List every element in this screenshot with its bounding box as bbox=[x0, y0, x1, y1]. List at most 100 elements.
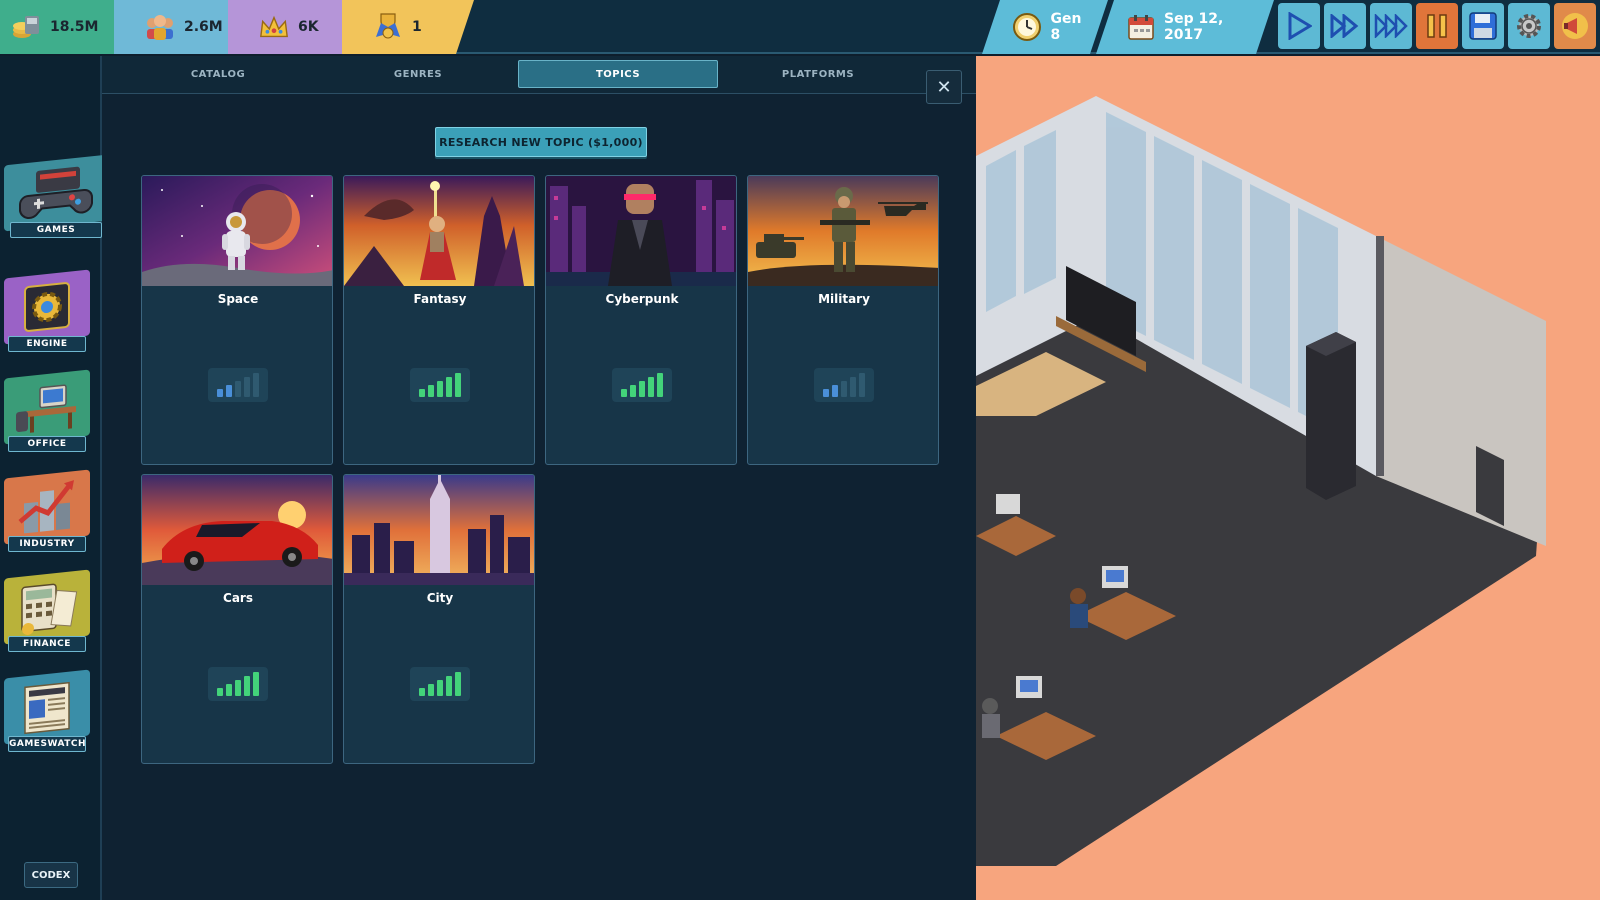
topic-name: Military bbox=[818, 292, 870, 306]
tab-catalog[interactable]: CATALOG bbox=[118, 60, 318, 88]
sidebar-item-office[interactable]: OFFICE bbox=[4, 369, 90, 452]
awards-stat[interactable]: 1 bbox=[342, 0, 474, 54]
topic-card-cyberpunk[interactable]: Cyberpunk bbox=[545, 175, 737, 465]
fans-stat[interactable]: 2.6M bbox=[114, 0, 246, 54]
clock-icon bbox=[1012, 11, 1043, 43]
topic-card-military[interactable]: Military bbox=[747, 175, 939, 465]
signal-bar bbox=[428, 385, 434, 397]
close-button[interactable]: ✕ bbox=[926, 70, 962, 104]
tab-platforms[interactable]: PLATFORMS bbox=[718, 60, 918, 88]
sidebar-item-engine[interactable]: ENGINE bbox=[4, 269, 90, 352]
sidebar-item-label: OFFICE bbox=[8, 436, 86, 452]
sidebar-item-label: INDUSTRY bbox=[8, 536, 86, 552]
sidebar-item-finance[interactable]: FINANCE bbox=[4, 569, 90, 652]
military-artwork bbox=[748, 176, 938, 286]
signal-bar bbox=[244, 676, 250, 696]
signal-bar bbox=[850, 377, 856, 397]
gear-icon bbox=[1517, 14, 1541, 38]
cars-artwork bbox=[142, 475, 332, 585]
signal-bar bbox=[235, 381, 241, 397]
topic-name: Fantasy bbox=[413, 292, 467, 306]
topic-card-space[interactable]: Space bbox=[141, 175, 333, 465]
topic-card-fantasy[interactable]: Fantasy bbox=[343, 175, 535, 465]
newspaper-icon bbox=[4, 669, 90, 745]
triple-forward-icon bbox=[1374, 14, 1408, 38]
settings-button[interactable] bbox=[1508, 3, 1550, 49]
megaphone-icon bbox=[1562, 13, 1588, 39]
fastest-speed-button[interactable] bbox=[1370, 3, 1412, 49]
signal-bar bbox=[428, 684, 434, 696]
sidebar-item-games[interactable]: GAMES bbox=[4, 154, 110, 238]
pause-button[interactable] bbox=[1416, 3, 1458, 49]
signal-bar bbox=[621, 389, 627, 397]
signal-bar bbox=[226, 385, 232, 397]
signal-bar bbox=[419, 688, 425, 696]
signal-bar bbox=[253, 672, 259, 696]
sidebar-item-label: ENGINE bbox=[8, 336, 86, 352]
pause-icon bbox=[1427, 14, 1447, 38]
sidebar-item-label: GAMESWATCH bbox=[8, 736, 86, 752]
growth-chart-icon bbox=[4, 469, 90, 545]
date-indicator[interactable]: Sep 12, 2017 bbox=[1096, 0, 1274, 54]
sidebar-item-gameswatch[interactable]: GAMESWATCH bbox=[4, 669, 90, 752]
topic-card-city[interactable]: City bbox=[343, 474, 535, 764]
calendar-icon bbox=[1126, 11, 1156, 43]
play-button[interactable] bbox=[1278, 3, 1320, 49]
research-topic-button[interactable]: RESEARCH NEW TOPIC ($1,000) bbox=[435, 127, 647, 157]
date-label: Sep 12, 2017 bbox=[1164, 11, 1224, 43]
signal-bar bbox=[437, 381, 443, 397]
topic-name: Cars bbox=[223, 591, 253, 605]
topic-card-cars[interactable]: Cars bbox=[141, 474, 333, 764]
fans-icon bbox=[144, 11, 176, 43]
money-value: 18.5M bbox=[50, 19, 99, 35]
sidebar-item-industry[interactable]: INDUSTRY bbox=[4, 469, 90, 552]
signal-bar bbox=[253, 373, 259, 397]
signal-bar bbox=[446, 676, 452, 696]
money-stat[interactable]: 18.5M bbox=[0, 0, 132, 54]
signal-bar bbox=[446, 377, 452, 397]
hype-value: 6K bbox=[298, 19, 319, 35]
side-navigation: GAMES ENGINE OFFICE INDUSTRY FINANCE GAM… bbox=[0, 56, 108, 900]
money-icon bbox=[10, 11, 42, 43]
sidebar-item-label: GAMES bbox=[10, 222, 102, 238]
popularity-signal-icon bbox=[410, 368, 470, 402]
awards-value: 1 bbox=[412, 19, 422, 35]
signal-bar bbox=[859, 373, 865, 397]
notifications-button[interactable] bbox=[1554, 3, 1596, 49]
topic-name: Space bbox=[217, 292, 259, 306]
cyberpunk-artwork bbox=[546, 176, 736, 286]
office-view[interactable] bbox=[976, 56, 1600, 900]
tab-genres[interactable]: GENRES bbox=[318, 60, 518, 88]
cpu-chip-icon bbox=[4, 269, 90, 345]
signal-bar bbox=[657, 373, 663, 397]
space-artwork bbox=[142, 176, 332, 286]
calculator-icon bbox=[4, 569, 90, 645]
save-button[interactable] bbox=[1462, 3, 1504, 49]
fantasy-artwork bbox=[344, 176, 534, 286]
popularity-signal-icon bbox=[814, 368, 874, 402]
signal-bar bbox=[823, 389, 829, 397]
signal-bar bbox=[437, 680, 443, 696]
popularity-signal-icon bbox=[410, 667, 470, 701]
top-bar: 18.5M 2.6M 6K 1 Gen 8 Sep 12, 2017 bbox=[0, 0, 1600, 54]
office-desk-icon bbox=[4, 369, 90, 445]
play-icon bbox=[1288, 12, 1312, 40]
signal-bar bbox=[648, 377, 654, 397]
topics-panel: CATALOG GENRES TOPICS PLATFORMS ✕ RESEAR… bbox=[102, 56, 976, 900]
tab-topics[interactable]: TOPICS bbox=[518, 60, 718, 88]
sidebar-item-label: FINANCE bbox=[8, 636, 86, 652]
generation-label: Gen 8 bbox=[1050, 11, 1082, 43]
popularity-signal-icon bbox=[612, 368, 672, 402]
fast-forward-button[interactable] bbox=[1324, 3, 1366, 49]
signal-bar bbox=[217, 688, 223, 696]
popularity-signal-icon bbox=[208, 368, 268, 402]
codex-button[interactable]: CODEX bbox=[24, 862, 78, 888]
office-floor-illustration bbox=[976, 96, 1546, 866]
tab-bar: CATALOG GENRES TOPICS PLATFORMS bbox=[102, 56, 976, 94]
game-screen: 18.5M 2.6M 6K 1 Gen 8 Sep 12, 2017 GAMES… bbox=[0, 0, 1600, 900]
popularity-signal-icon bbox=[208, 667, 268, 701]
hype-stat[interactable]: 6K bbox=[228, 0, 360, 54]
generation-indicator[interactable]: Gen 8 bbox=[982, 0, 1108, 54]
city-artwork bbox=[344, 475, 534, 585]
crown-icon bbox=[258, 11, 290, 43]
